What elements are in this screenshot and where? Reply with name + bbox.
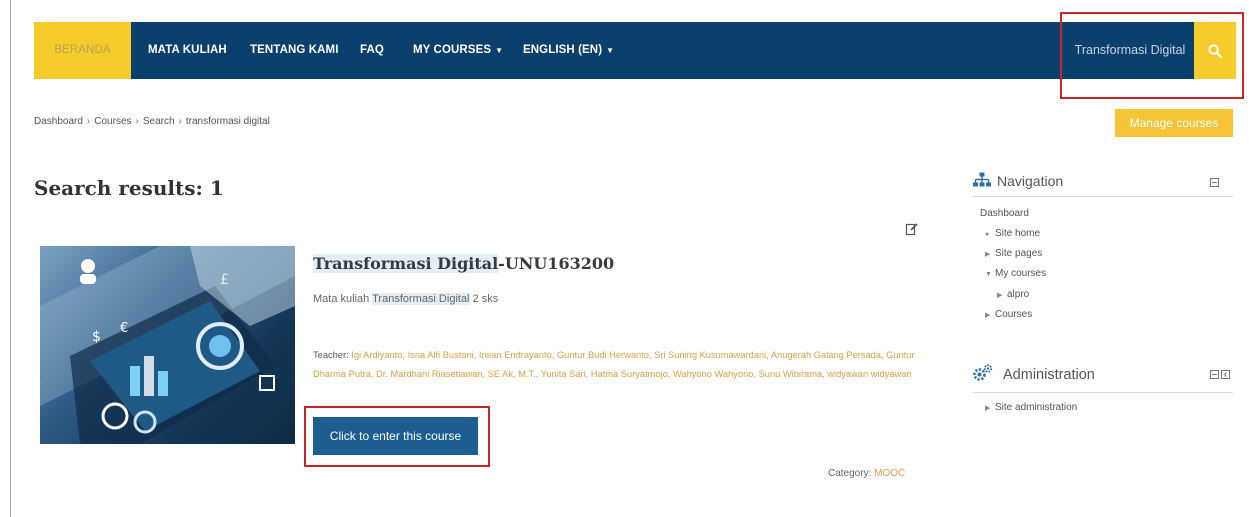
admin-tree-site-administration-label: Site administration — [995, 402, 1078, 413]
caret-down-icon: ▼ — [606, 46, 615, 55]
nav-tree-courses[interactable]: ▶ Courses — [985, 309, 1032, 320]
admin-tree-site-administration[interactable]: ▶ Site administration — [985, 402, 1077, 413]
nav-tree-dashboard-label: Dashboard — [980, 208, 1029, 219]
breadcrumb-search[interactable]: Search — [143, 116, 175, 127]
administration-block-title: Administration — [1003, 367, 1095, 383]
nav-tree-courses-label: Courses — [995, 309, 1033, 320]
course-title-highlight: Transformasi Digital — [313, 254, 499, 273]
collapse-icon[interactable] — [1210, 370, 1219, 379]
nav-tree-site-pages[interactable]: ▶ Site pages — [985, 248, 1042, 259]
course-category: Category: MOOC — [828, 468, 905, 479]
nav-tree-alpro[interactable]: ▶ alpro — [997, 289, 1029, 300]
course-image[interactable]: $ £ € — [40, 246, 295, 444]
nav-tree-dashboard[interactable]: Dashboard — [980, 208, 1029, 219]
edit-icon[interactable] — [905, 222, 919, 236]
nav-tree-alpro-label: alpro — [1007, 289, 1030, 300]
expand-right-icon: ▶ — [985, 405, 991, 412]
nav-tree-my-courses-label: My courses — [995, 268, 1047, 279]
course-title-code: -UNU163200 — [498, 254, 615, 273]
dock-icon[interactable] — [1221, 370, 1230, 379]
nav-tentang-kami[interactable]: TENTANG KAMI — [250, 22, 339, 79]
teacher-list[interactable]: Igi Ardiyanto, Isna Alfi Bustoni, Irwan … — [313, 350, 915, 379]
left-border — [10, 0, 11, 517]
bullet-icon: ● — [985, 231, 990, 238]
nav-tree-site-home-label: Site home — [995, 228, 1041, 239]
breadcrumb-separator: › — [135, 116, 139, 127]
category-link[interactable]: MOOC — [874, 468, 905, 479]
search-highlight-box — [1060, 12, 1244, 99]
course-teachers: Teacher: Igi Ardiyanto, Isna Alfi Buston… — [313, 346, 925, 384]
nav-tree-site-home[interactable]: ● Site home — [985, 228, 1040, 239]
breadcrumb: Dashboard › Courses › Search › transformasi di… — [34, 116, 270, 127]
svg-text:$: $ — [92, 329, 101, 345]
manage-courses-button[interactable]: Manage courses — [1115, 109, 1233, 137]
nav-faq[interactable]: FAQ — [360, 22, 384, 79]
collapse-icon[interactable] — [1210, 178, 1219, 187]
navigation-block-divider — [973, 196, 1233, 197]
breadcrumb-dashboard[interactable]: Dashboard — [34, 116, 83, 127]
expand-right-icon: ▶ — [985, 251, 991, 258]
breadcrumb-current: transformasi digital — [185, 116, 270, 127]
breadcrumb-separator: › — [86, 116, 91, 127]
breadcrumb-courses[interactable]: Courses — [94, 116, 131, 127]
nav-beranda[interactable]: BERANDA — [34, 22, 131, 79]
nav-language[interactable]: ENGLISH (EN) ▼ — [523, 22, 614, 79]
expand-down-icon: ▼ — [985, 271, 992, 278]
svg-text:€: € — [120, 321, 128, 336]
course-image-illustration: $ £ € — [40, 246, 295, 444]
breadcrumb-separator: › — [178, 116, 182, 127]
summary-highlight: Transformasi Digital — [372, 293, 470, 305]
top-navbar: BERANDA MATA KULIAH TENTANG KAMI FAQ MY … — [34, 22, 1236, 79]
administration-block-divider — [973, 392, 1233, 393]
teacher-label: Teacher: — [313, 350, 349, 360]
navigation-block-title: Navigation — [997, 173, 1064, 189]
nav-my-courses[interactable]: MY COURSES ▼ — [413, 22, 503, 79]
nav-tree-site-pages-label: Site pages — [995, 248, 1043, 259]
enter-button-highlight-box — [304, 406, 490, 467]
expand-right-icon: ▶ — [997, 292, 1003, 299]
course-title-link[interactable]: Transformasi Digital-UNU163200 — [313, 254, 614, 273]
summary-suffix: 2 sks — [469, 293, 499, 305]
nav-my-courses-label: MY COURSES — [413, 44, 492, 56]
gears-icon — [973, 364, 993, 381]
sitemap-icon — [973, 172, 991, 187]
caret-down-icon: ▼ — [495, 46, 504, 55]
nav-tree-my-courses[interactable]: ▼ My courses — [985, 268, 1046, 279]
summary-prefix: Mata kuliah — [313, 293, 373, 305]
nav-mata-kuliah[interactable]: MATA KULIAH — [148, 22, 227, 79]
page-title: Search results: 1 — [34, 176, 224, 200]
nav-language-label: ENGLISH (EN) — [523, 44, 603, 56]
course-summary: Mata kuliah Transformasi Digital 2 sks — [313, 293, 498, 305]
expand-right-icon: ▶ — [985, 312, 991, 319]
category-label: Category: — [828, 468, 872, 479]
